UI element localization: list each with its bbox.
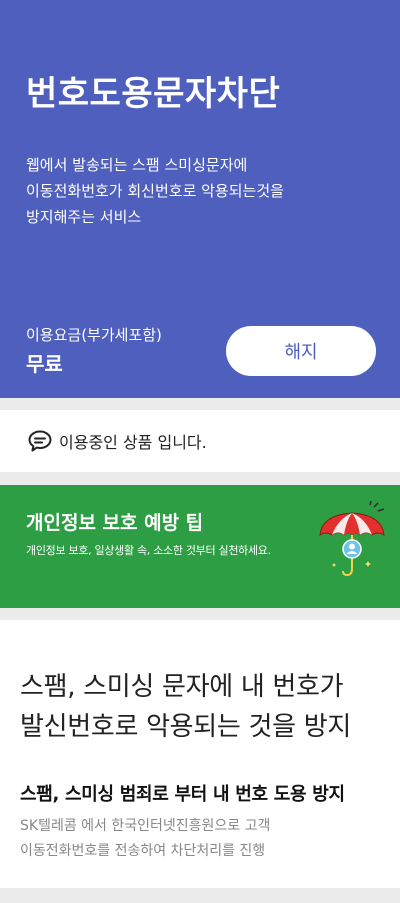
headline-line: 스팸, 스미싱 문자에 내 번호가 — [20, 672, 344, 702]
description-line: 이동전화번호가 회신번호로 악용되는것을 — [26, 182, 284, 200]
fee-label: 이용요금(부가세포함) — [26, 326, 162, 344]
service-info: 스팸, 스미싱 문자에 내 번호가 발신번호로 악용되는 것을 방지 스팸, 스… — [0, 620, 400, 888]
subscription-status: 이용중인 상품 입니다. — [0, 410, 400, 472]
description-line: 웹에서 발송되는 스팸 스미싱문자에 — [26, 156, 248, 174]
page-title: 번호도용문자차단 — [26, 74, 281, 114]
umbrella-icon — [319, 501, 385, 577]
info-headline: 스팸, 스미싱 문자에 내 번호가 발신번호로 악용되는 것을 방지 — [20, 667, 351, 747]
status-text: 이용중인 상품 입니다. — [59, 433, 207, 452]
info-subhead: 스팸, 스미싱 범죄로 부터 내 번호 도용 방지 — [20, 784, 345, 805]
chat-bubble-icon — [28, 430, 52, 452]
cancel-subscription-button[interactable]: 해지 — [226, 326, 376, 376]
body-line: 이동전화번호를 전송하여 차단처리를 진행 — [20, 843, 266, 859]
privacy-tip-banner[interactable]: 개인정보 보호 예방 팁 개인정보 보호, 일상생활 속, 소소한 것부터 실천… — [0, 485, 400, 608]
tip-title: 개인정보 보호 예방 팁 — [26, 512, 204, 534]
headline-line: 발신번호로 악용되는 것을 방지 — [20, 712, 351, 742]
description-line: 방지해주는 서비스 — [26, 208, 142, 226]
service-hero: 번호도용문자차단 웹에서 발송되는 스팸 스미싱문자에 이동전화번호가 회신번호… — [0, 0, 400, 398]
service-description: 웹에서 발송되는 스팸 스미싱문자에 이동전화번호가 회신번호로 악용되는것을 … — [26, 152, 366, 230]
info-body: SK텔레콤 에서 한국인터넷진흥원으로 고객 이동전화번호를 전송하여 차단처리… — [20, 814, 270, 864]
tip-subtitle: 개인정보 보호, 일상생활 속, 소소한 것부터 실천하세요. — [26, 544, 271, 557]
body-line: SK텔레콤 에서 한국인터넷진흥원으로 고객 — [20, 818, 271, 834]
fee-value: 무료 — [26, 352, 63, 376]
